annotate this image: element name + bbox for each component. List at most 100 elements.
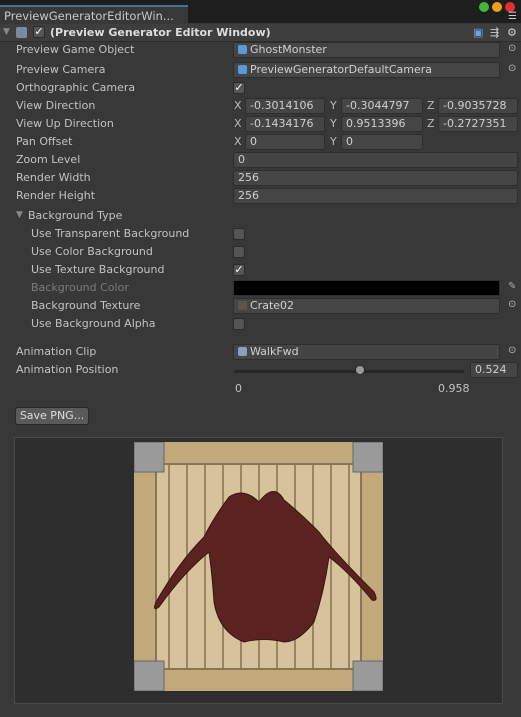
row-preview-game-object: Preview Game Object GhostMonster ⊙ [0, 41, 521, 59]
label: Preview Game Object [16, 43, 135, 56]
row-animation-position: Animation Position 0.524 [0, 361, 521, 379]
value: GhostMonster [250, 43, 327, 56]
foldout-arrow-icon[interactable]: ▼ [16, 210, 23, 220]
view-up-x[interactable]: -0.1434176 [245, 116, 325, 132]
label: Animation Clip [16, 345, 97, 358]
minimize-button[interactable] [492, 2, 502, 12]
row-use-alpha: Use Background Alpha [0, 315, 521, 333]
x-label: X [234, 117, 242, 130]
y-label: Y [330, 135, 337, 148]
component-title: (Preview Generator Editor Window) [50, 26, 271, 39]
preview-game-object-field[interactable]: GhostMonster [233, 42, 500, 58]
row-use-texture: Use Texture Background ✓ [0, 261, 521, 279]
value: Crate02 [250, 299, 295, 312]
x-label: X [234, 135, 242, 148]
z-label: Z [427, 117, 435, 130]
label: Background Type [28, 209, 123, 222]
maximize-button[interactable] [479, 2, 489, 12]
label: Zoom Level [16, 153, 81, 166]
row-background-texture: Background Texture Crate02 ⊙ [0, 297, 521, 315]
row-preview-camera: Preview Camera PreviewGeneratorDefaultCa… [0, 61, 521, 79]
render-width-field[interactable]: 256 [233, 170, 518, 186]
view-up-y[interactable]: 0.9513396 [341, 116, 423, 132]
label: Render Width [16, 171, 91, 184]
gameobject-icon [238, 65, 247, 74]
label: Orthographic Camera [16, 81, 136, 94]
value: PreviewGeneratorDefaultCamera [250, 63, 433, 76]
row-view-direction: View Direction X -0.3014106 Y -0.3044797… [0, 97, 521, 115]
script-icon [16, 27, 27, 38]
preview-panel [14, 437, 503, 704]
object-picker-icon[interactable]: ⊙ [508, 63, 516, 74]
background-color-swatch[interactable] [233, 280, 500, 296]
y-label: Y [330, 99, 337, 112]
gear-icon[interactable]: ⚙ [507, 26, 517, 39]
row-use-transparent: Use Transparent Background [0, 225, 521, 243]
label: Use Texture Background [31, 263, 165, 276]
row-render-height: Render Height 256 [0, 187, 521, 205]
row-animation-clip: Animation Clip WalkFwd ⊙ [0, 343, 521, 361]
title-bar: PreviewGeneratorEditorWin... ☰ [0, 0, 521, 24]
row-zoom-level: Zoom Level 0 [0, 151, 521, 169]
zoom-level-field[interactable]: 0 [233, 152, 518, 168]
label: Use Background Alpha [31, 317, 156, 330]
save-png-button[interactable]: Save PNG... [15, 407, 89, 425]
component-enabled-checkbox[interactable]: ✓ [33, 26, 45, 38]
background-type-foldout[interactable]: ▼ Background Type [0, 207, 521, 225]
x-label: X [234, 99, 242, 112]
row-use-color: Use Color Background [0, 243, 521, 261]
label: Animation Position [16, 363, 119, 376]
menu-icon[interactable]: ☰ [508, 11, 517, 22]
preview-camera-field[interactable]: PreviewGeneratorDefaultCamera [233, 62, 500, 78]
label: View Direction [16, 99, 96, 112]
row-orthographic-camera: Orthographic Camera ✓ [0, 79, 521, 97]
use-alpha-checkbox[interactable] [233, 318, 245, 330]
object-picker-icon[interactable]: ⊙ [508, 299, 516, 310]
window-tab[interactable]: PreviewGeneratorEditorWin... [0, 5, 188, 24]
z-label: Z [427, 99, 435, 112]
texture-icon [238, 301, 247, 310]
label: View Up Direction [16, 117, 114, 130]
value: WalkFwd [250, 345, 299, 358]
use-transparent-checkbox[interactable] [233, 228, 245, 240]
render-height-field[interactable]: 256 [233, 188, 518, 204]
use-texture-checkbox[interactable]: ✓ [233, 264, 245, 276]
view-direction-y[interactable]: -0.3044797 [341, 98, 423, 114]
background-texture-field[interactable]: Crate02 [233, 298, 500, 314]
preset-icon[interactable]: ⇶ [490, 26, 499, 39]
object-picker-icon[interactable]: ⊙ [508, 345, 516, 356]
label: Use Color Background [31, 245, 153, 258]
row-pan-offset: Pan Offset X 0 Y 0 [0, 133, 521, 151]
component-header: ▼ ✓ (Preview Generator Editor Window) ▣ … [0, 24, 521, 42]
view-direction-x[interactable]: -0.3014106 [245, 98, 325, 114]
slider-min-label: 0 [235, 382, 242, 395]
pan-offset-y[interactable]: 0 [341, 134, 423, 150]
row-background-color: Background Color ✎ [0, 279, 521, 297]
label: Render Height [16, 189, 96, 202]
animation-position-slider[interactable] [234, 370, 464, 373]
gameobject-icon [238, 45, 247, 54]
row-render-width: Render Width 256 [0, 169, 521, 187]
label: Background Color [31, 281, 129, 294]
pan-offset-x[interactable]: 0 [245, 134, 325, 150]
eyedropper-icon[interactable]: ✎ [508, 281, 516, 292]
row-view-up-direction: View Up Direction X -0.1434176 Y 0.95133… [0, 115, 521, 133]
object-picker-icon[interactable]: ⊙ [508, 43, 516, 54]
orthographic-camera-checkbox[interactable]: ✓ [233, 82, 245, 94]
label: Preview Camera [16, 63, 106, 76]
animation-clip-icon [238, 347, 247, 356]
y-label: Y [330, 117, 337, 130]
use-color-checkbox[interactable] [233, 246, 245, 258]
preview-render [133, 441, 384, 692]
slider-knob[interactable] [354, 365, 365, 375]
label: Use Transparent Background [31, 227, 190, 240]
animation-position-field[interactable]: 0.524 [470, 362, 518, 378]
preview-image [133, 441, 384, 692]
foldout-arrow-icon[interactable]: ▼ [3, 27, 10, 37]
view-up-z[interactable]: -0.2727351 [438, 116, 518, 132]
view-direction-z[interactable]: -0.9035728 [438, 98, 518, 114]
animation-clip-field[interactable]: WalkFwd [233, 344, 500, 360]
slider-max-label: 0.958 [438, 382, 470, 395]
help-icon[interactable]: ▣ [473, 26, 483, 39]
label: Background Texture [31, 299, 141, 312]
